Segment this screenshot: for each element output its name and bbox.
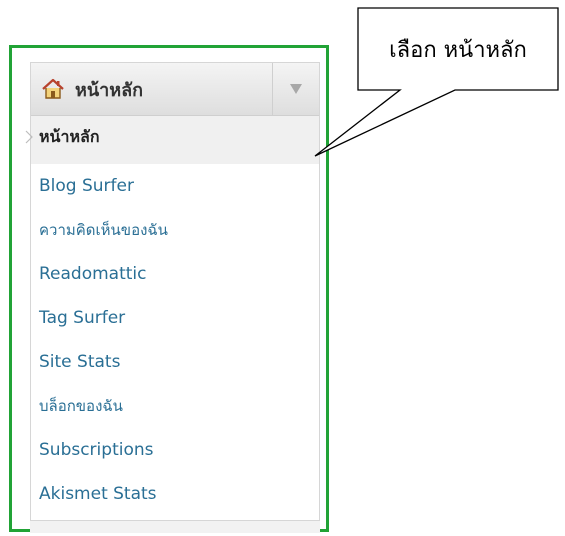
chevron-right-icon: [25, 130, 33, 144]
menu-item-label: Akismet Stats: [39, 484, 157, 504]
menu-item-my-blogs[interactable]: บล็อกของฉัน: [31, 384, 319, 428]
menu-item-blog-surfer[interactable]: Blog Surfer: [31, 164, 319, 208]
menu-item-label: Subscriptions: [39, 440, 154, 460]
menu-item-site-stats[interactable]: Site Stats: [31, 340, 319, 384]
chevron-down-icon: [290, 84, 302, 94]
dashboard-menu: หน้าหลัก หน้าหลัก Blog Surfer ความคิดเห็…: [25, 62, 320, 521]
menu-item-label: Tag Surfer: [39, 308, 126, 328]
menu-item-label: Site Stats: [39, 352, 121, 372]
menu-item-subscriptions[interactable]: Subscriptions: [31, 428, 319, 472]
menu-item-label: ความคิดเห็นของฉัน: [39, 221, 168, 239]
callout-text: เลือก หน้าหลัก: [389, 37, 527, 63]
menu-item-my-comments[interactable]: ความคิดเห็นของฉัน: [31, 208, 319, 252]
menu-toggle-button[interactable]: [272, 63, 319, 115]
home-icon: [42, 78, 64, 99]
menu-item-label: หน้าหลัก: [39, 127, 100, 146]
menu-item-label: Readomattic: [39, 264, 147, 284]
menu-item-akismet-stats[interactable]: Akismet Stats: [31, 472, 319, 516]
menu-list: หน้าหลัก Blog Surfer ความคิดเห็นของฉัน R…: [25, 116, 319, 516]
menu-item-label: Blog Surfer: [39, 176, 134, 196]
menu-item-home[interactable]: หน้าหลัก: [25, 116, 319, 164]
menu-header: หน้าหลัก: [31, 63, 319, 116]
menu-header-label: หน้าหลัก: [75, 79, 144, 101]
menu-item-readomattic[interactable]: Readomattic: [31, 252, 319, 296]
menu-item-tag-surfer[interactable]: Tag Surfer: [31, 296, 319, 340]
menu-header-button[interactable]: หน้าหลัก: [31, 63, 272, 115]
menu-footer: [30, 520, 320, 533]
menu-item-label: บล็อกของฉัน: [39, 397, 123, 415]
